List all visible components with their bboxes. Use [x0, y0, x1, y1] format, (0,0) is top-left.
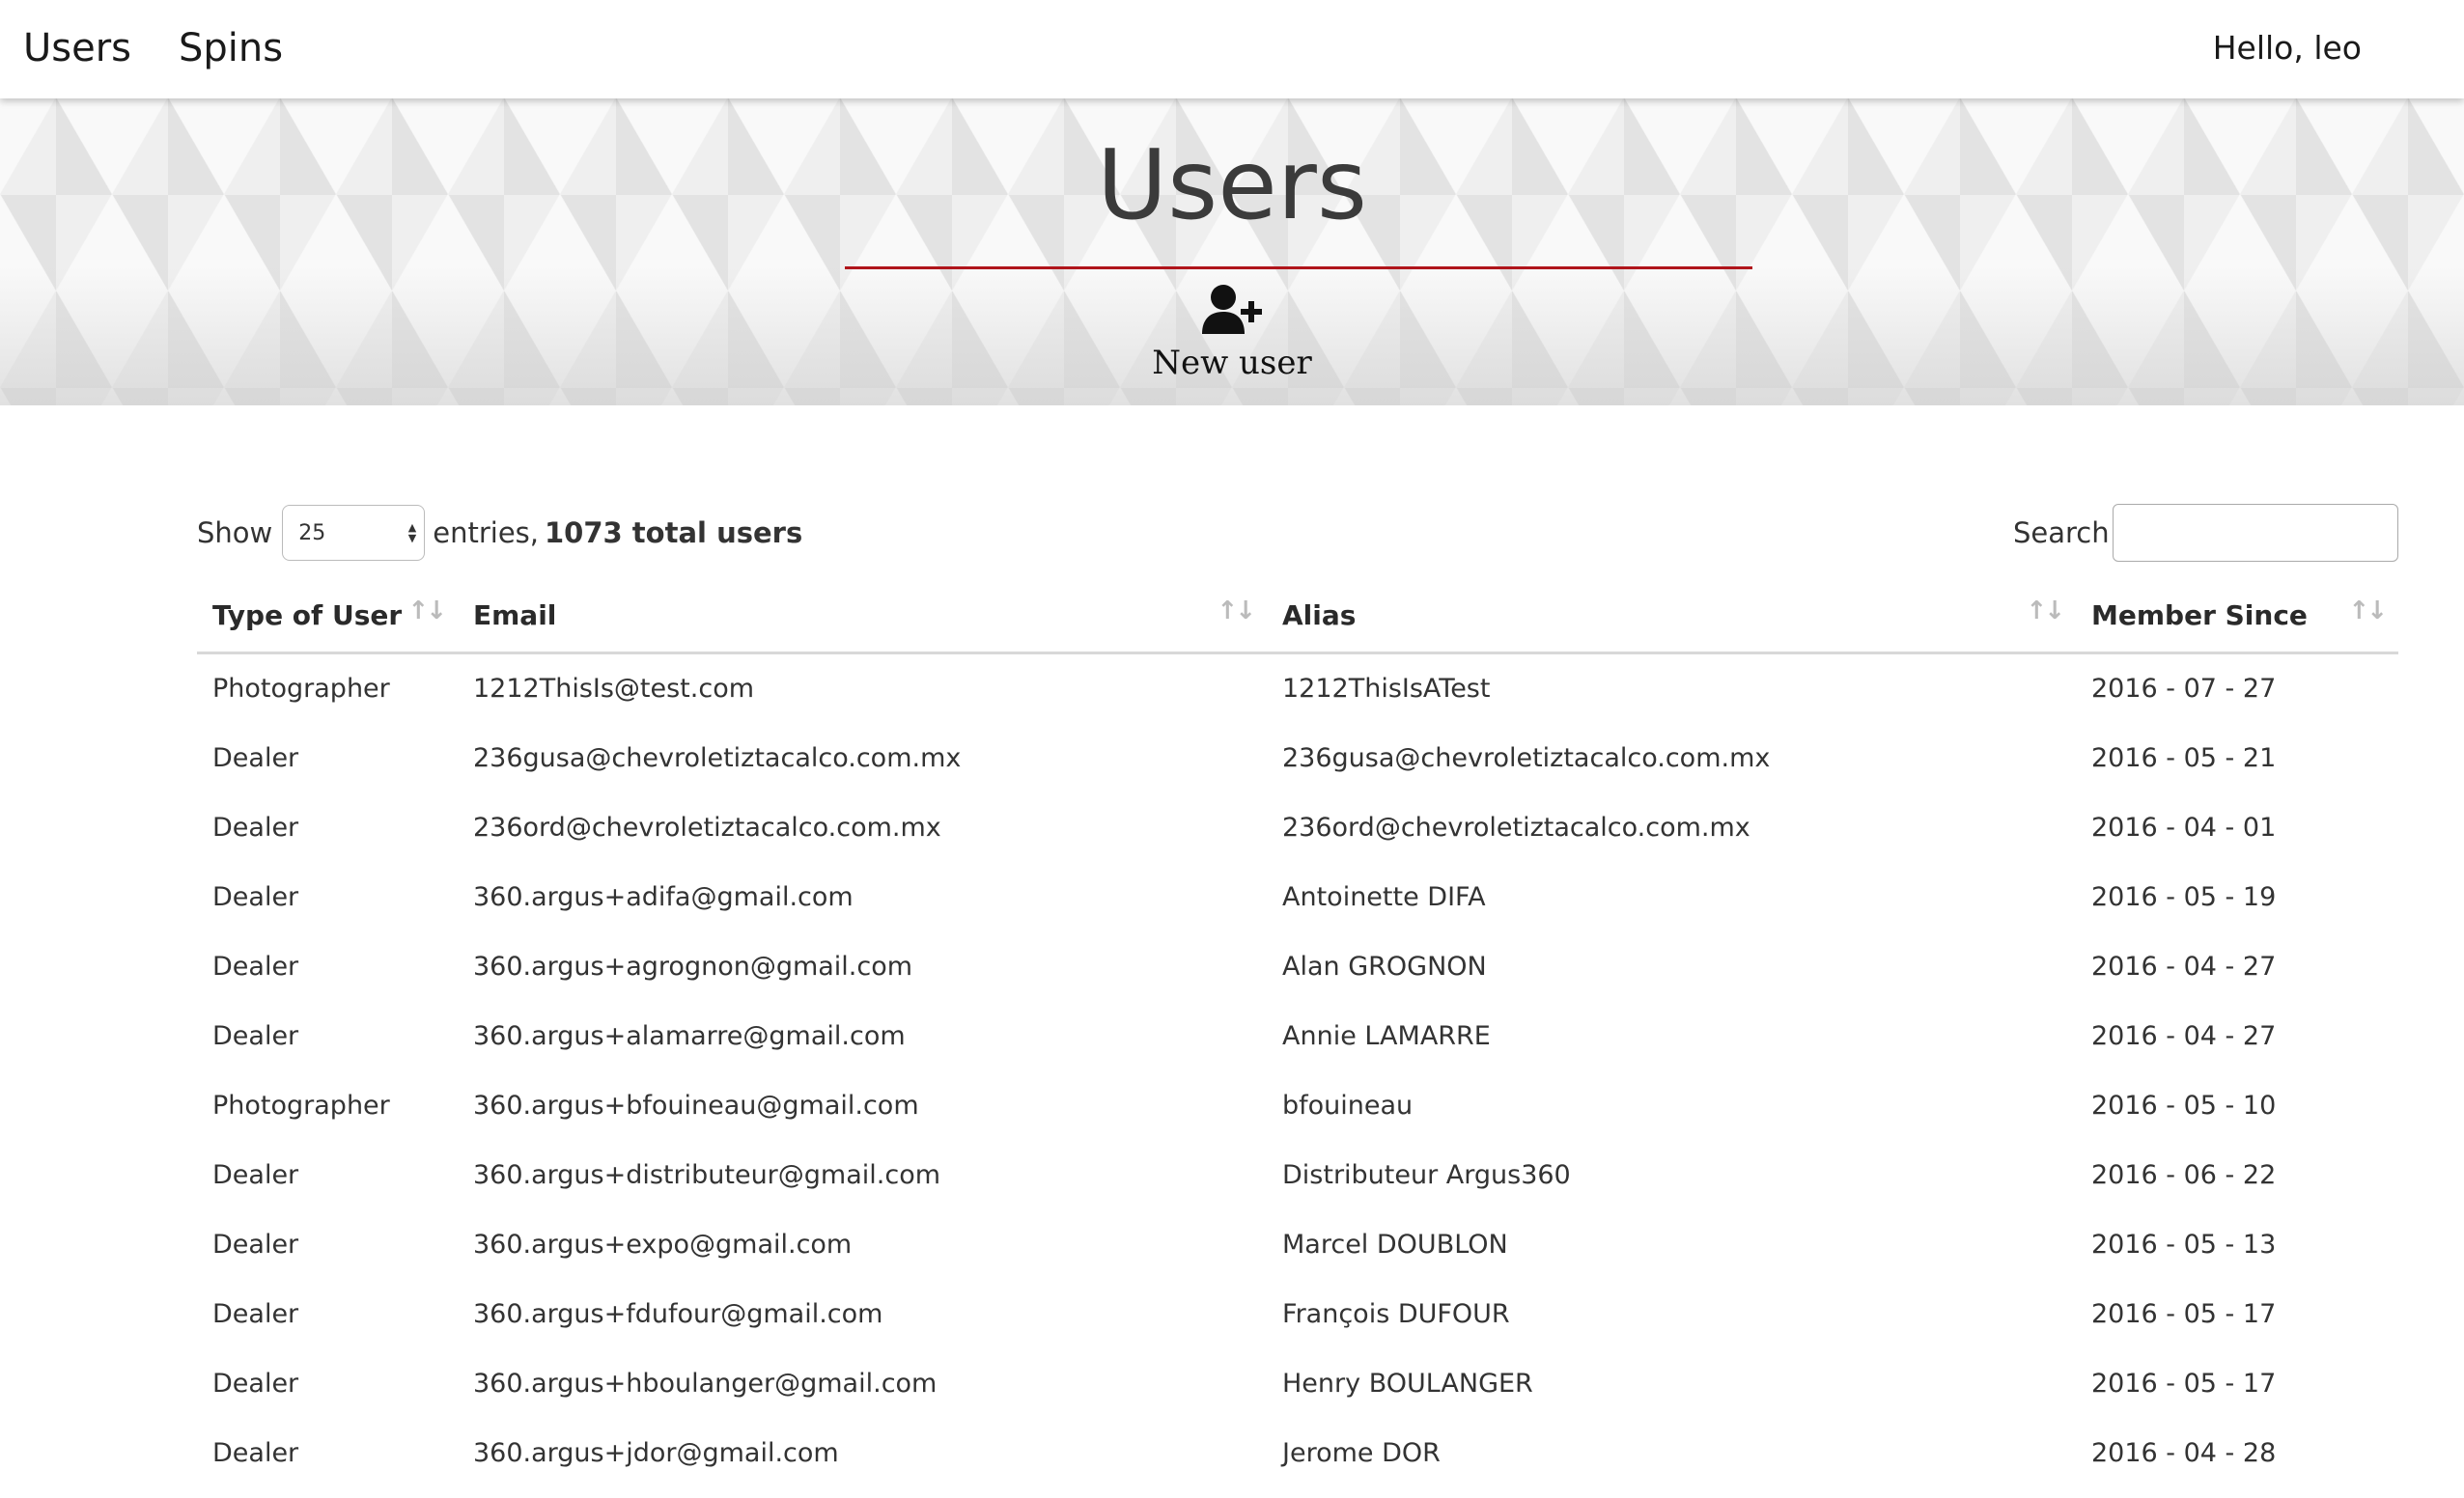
column-header-label: Type of User — [212, 598, 403, 631]
column-header-alias[interactable]: Alias ↑↓ — [1267, 579, 2076, 654]
show-label: Show — [197, 516, 273, 549]
cell-member-since: 2016 - 07 - 27 — [2091, 674, 2277, 704]
cell-member-since: 2016 - 05 - 13 — [2091, 1230, 2277, 1260]
add-user-icon — [1202, 285, 1262, 334]
cell-member-since: 2016 - 04 - 27 — [2091, 1021, 2277, 1051]
column-header-email[interactable]: Email ↑↓ — [458, 579, 1267, 654]
table-row[interactable]: Dealer 236gusa@chevroletiztacalco.com.mx 2… — [197, 724, 2398, 793]
nav-link-spins[interactable]: Spins — [179, 23, 283, 73]
entries-select-value: 25 — [298, 520, 326, 545]
entries-select[interactable]: 25 ▲ ▼ — [282, 505, 426, 561]
new-user-label: New user — [1152, 344, 1312, 382]
cell-email: 360.argus+distributeur@gmail.com — [473, 1160, 941, 1190]
cell-alias: 236gusa@chevroletiztacalco.com.mx — [1282, 743, 1771, 773]
search-input[interactable] — [2113, 504, 2398, 562]
cell-user-type: Photographer — [212, 674, 390, 704]
table-header-row: Type of User ↑↓ Email ↑↓ Alias ↑↓ Member Si… — [197, 579, 2398, 654]
column-header-label: Alias — [1282, 598, 1357, 631]
cell-member-since: 2016 - 05 - 17 — [2091, 1369, 2277, 1399]
cell-email: 360.argus+adifa@gmail.com — [473, 882, 854, 912]
cell-alias: Antoinette DIFA — [1282, 882, 1486, 912]
cell-user-type: Dealer — [212, 1230, 299, 1260]
cell-alias: Marcel DOUBLON — [1282, 1230, 1508, 1260]
sort-icon: ↑↓ — [2348, 596, 2388, 625]
cell-user-type: Dealer — [212, 813, 299, 843]
cell-user-type: Dealer — [212, 952, 299, 982]
table-row[interactable]: Dealer 360.argus+jdor@gmail.com Jerome DOR… — [197, 1419, 2398, 1488]
cell-alias: 1212ThisIsATest — [1282, 674, 1491, 704]
cell-email: 1212ThisIs@test.com — [473, 674, 755, 704]
cell-user-type: Dealer — [212, 1160, 299, 1190]
cell-email: 360.argus+jdor@gmail.com — [473, 1438, 839, 1468]
page-title: Users — [1096, 128, 1368, 241]
cell-email: 360.argus+hboulanger@gmail.com — [473, 1369, 938, 1399]
table-row[interactable]: Dealer 360.argus+distributeur@gmail.com Di… — [197, 1141, 2398, 1210]
cell-user-type: Dealer — [212, 1299, 299, 1329]
title-divider — [845, 266, 1752, 269]
cell-alias: Jerome DOR — [1282, 1438, 1441, 1468]
select-arrows-icon: ▲ ▼ — [407, 521, 417, 544]
cell-member-since: 2016 - 05 - 19 — [2091, 882, 2277, 912]
cell-user-type: Dealer — [212, 1438, 299, 1468]
cell-member-since: 2016 - 04 - 27 — [2091, 952, 2277, 982]
cell-member-since: 2016 - 05 - 10 — [2091, 1091, 2277, 1121]
cell-email: 236ord@chevroletiztacalco.com.mx — [473, 813, 941, 843]
table-row[interactable]: Dealer 236ord@chevroletiztacalco.com.mx 23… — [197, 793, 2398, 863]
cell-member-since: 2016 - 04 - 01 — [2091, 813, 2277, 843]
entries-label: entries, — [433, 516, 539, 549]
sort-icon: ↑↓ — [2026, 596, 2065, 625]
cell-member-since: 2016 - 04 - 28 — [2091, 1438, 2277, 1468]
column-header-type[interactable]: Type of User ↑↓ — [197, 579, 458, 654]
cell-user-type: Dealer — [212, 743, 299, 773]
cell-email: 360.argus+expo@gmail.com — [473, 1230, 853, 1260]
sort-icon: ↑↓ — [1217, 596, 1256, 625]
cell-member-since: 2016 - 06 - 22 — [2091, 1160, 2277, 1190]
cell-email: 360.argus+fdufour@gmail.com — [473, 1299, 883, 1329]
cell-alias: bfouineau — [1282, 1091, 1414, 1121]
cell-email: 360.argus+alamarre@gmail.com — [473, 1021, 906, 1051]
cell-email: 236gusa@chevroletiztacalco.com.mx — [473, 743, 962, 773]
page-header-banner: Users New user — [0, 98, 2464, 405]
table-row[interactable]: Dealer 360.argus+fdufour@gmail.com Françoi… — [197, 1280, 2398, 1349]
cell-alias: Alan GROGNON — [1282, 952, 1487, 982]
table-row[interactable]: Photographer 1212ThisIs@test.com 1212ThisI… — [197, 652, 2398, 724]
table-row[interactable]: Dealer 360.argus+hboulanger@gmail.com Henr… — [197, 1349, 2398, 1419]
table-row[interactable]: Dealer 360.argus+expo@gmail.com Marcel DOU… — [197, 1210, 2398, 1280]
sort-icon: ↑↓ — [407, 596, 447, 625]
table-row[interactable]: Dealer 360.argus+adifa@gmail.com Antoinett… — [197, 863, 2398, 932]
cell-user-type: Photographer — [212, 1091, 390, 1121]
users-table: Type of User ↑↓ Email ↑↓ Alias ↑↓ Member Si… — [197, 579, 2398, 1488]
search-label: Search: — [2013, 516, 2119, 549]
column-header-member-since[interactable]: Member Since ↑↓ — [2076, 579, 2398, 654]
table-row[interactable]: Dealer 360.argus+alamarre@gmail.com Annie … — [197, 1002, 2398, 1071]
top-navbar: Users Spins Hello, leo — [0, 0, 2464, 98]
cell-user-type: Dealer — [212, 882, 299, 912]
cell-alias: François DUFOUR — [1282, 1299, 1510, 1329]
cell-email: 360.argus+agrognon@gmail.com — [473, 952, 913, 982]
nav-link-users[interactable]: Users — [23, 23, 131, 73]
cell-member-since: 2016 - 05 - 21 — [2091, 743, 2277, 773]
cell-user-type: Dealer — [212, 1021, 299, 1051]
table-row[interactable]: Photographer 360.argus+bfouineau@gmail.co… — [197, 1071, 2398, 1141]
cell-alias: Distributeur Argus360 — [1282, 1160, 1571, 1190]
total-users-count: 1073 total users — [545, 516, 803, 549]
cell-alias: Annie LAMARRE — [1282, 1021, 1491, 1051]
length-control: Show 25 ▲ ▼ entries, 1073 total users — [197, 504, 802, 562]
cell-member-since: 2016 - 05 - 17 — [2091, 1299, 2277, 1329]
column-header-label: Email — [473, 598, 557, 631]
user-greeting[interactable]: Hello, leo — [2213, 25, 2362, 71]
cell-alias: 236ord@chevroletiztacalco.com.mx — [1282, 813, 1750, 843]
cell-user-type: Dealer — [212, 1369, 299, 1399]
new-user-button[interactable]: New user — [1135, 284, 1329, 382]
table-row[interactable]: Dealer 360.argus+agrognon@gmail.com Alan G… — [197, 932, 2398, 1002]
column-header-label: Member Since — [2091, 598, 2308, 631]
cell-alias: Henry BOULANGER — [1282, 1369, 1533, 1399]
cell-email: 360.argus+bfouineau@gmail.com — [473, 1091, 919, 1121]
